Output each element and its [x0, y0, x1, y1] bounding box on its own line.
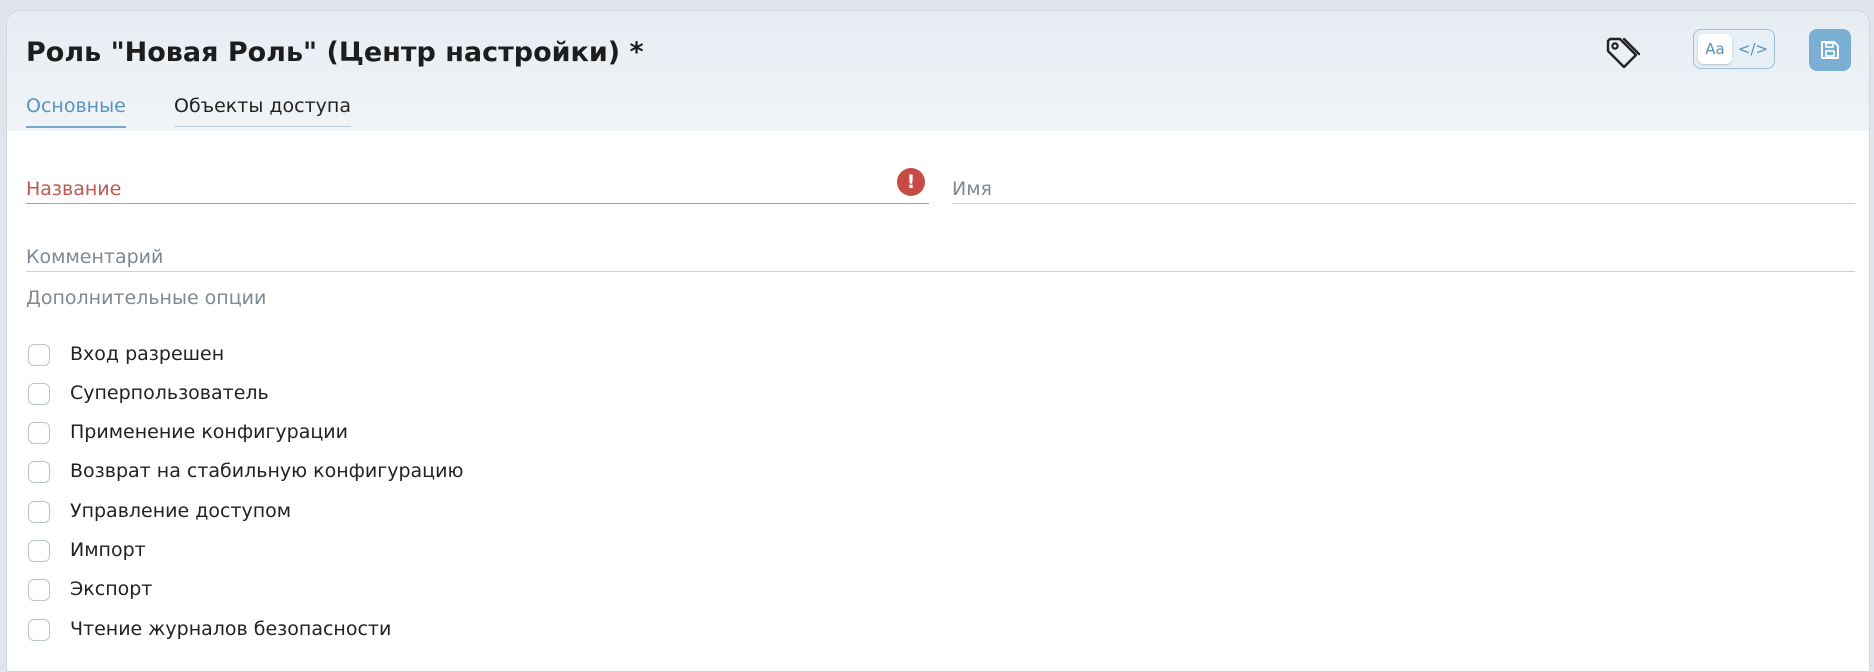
page-title: Роль "Новая Роль" (Центр настройки) * — [26, 37, 644, 68]
option-label: Экспорт — [70, 578, 153, 600]
option-label: Суперпользователь — [70, 382, 269, 404]
option-label: Импорт — [70, 539, 146, 561]
option-label: Применение конфигурации — [70, 421, 349, 443]
checkbox[interactable] — [28, 383, 50, 405]
comment-field[interactable]: Комментарий — [26, 234, 1855, 272]
save-button[interactable] — [1809, 29, 1851, 71]
options-section-label: Дополнительные опции — [26, 287, 267, 309]
header: Роль "Новая Роль" (Центр настройки) * Aa… — [7, 11, 1869, 131]
error-icon: ! — [897, 168, 925, 196]
checkbox[interactable] — [28, 579, 50, 601]
save-icon — [1821, 41, 1839, 59]
tab-access-objects[interactable]: Объекты доступа — [174, 95, 351, 127]
option-label: Возврат на стабильную конфигурацию — [70, 460, 464, 482]
option-label: Управление доступом — [70, 500, 292, 522]
checkbox[interactable] — [28, 461, 50, 483]
view-mode-toggle: Aa </> — [1693, 29, 1775, 69]
tag-icon — [1606, 37, 1641, 69]
text-view-button[interactable]: Aa — [1698, 34, 1732, 64]
name-field[interactable]: Название ! — [26, 166, 929, 204]
checkbox[interactable] — [28, 344, 50, 366]
comment-field-placeholder: Комментарий — [26, 246, 164, 268]
name-field-placeholder: Название — [26, 178, 122, 200]
code-view-button[interactable]: </> — [1736, 34, 1770, 64]
imya-field-placeholder: Имя — [952, 178, 992, 200]
checkbox[interactable] — [28, 619, 50, 641]
role-editor-window: Роль "Новая Роль" (Центр настройки) * Aa… — [6, 10, 1870, 672]
checkbox[interactable] — [28, 540, 50, 562]
imya-field[interactable]: Имя — [952, 166, 1855, 204]
checkbox[interactable] — [28, 422, 50, 444]
option-label: Чтение журналов безопасности — [70, 618, 392, 640]
tag-button[interactable] — [1600, 31, 1644, 75]
checkbox[interactable] — [28, 501, 50, 523]
option-label: Вход разрешен — [70, 343, 225, 365]
tab-main[interactable]: Основные — [26, 95, 126, 128]
